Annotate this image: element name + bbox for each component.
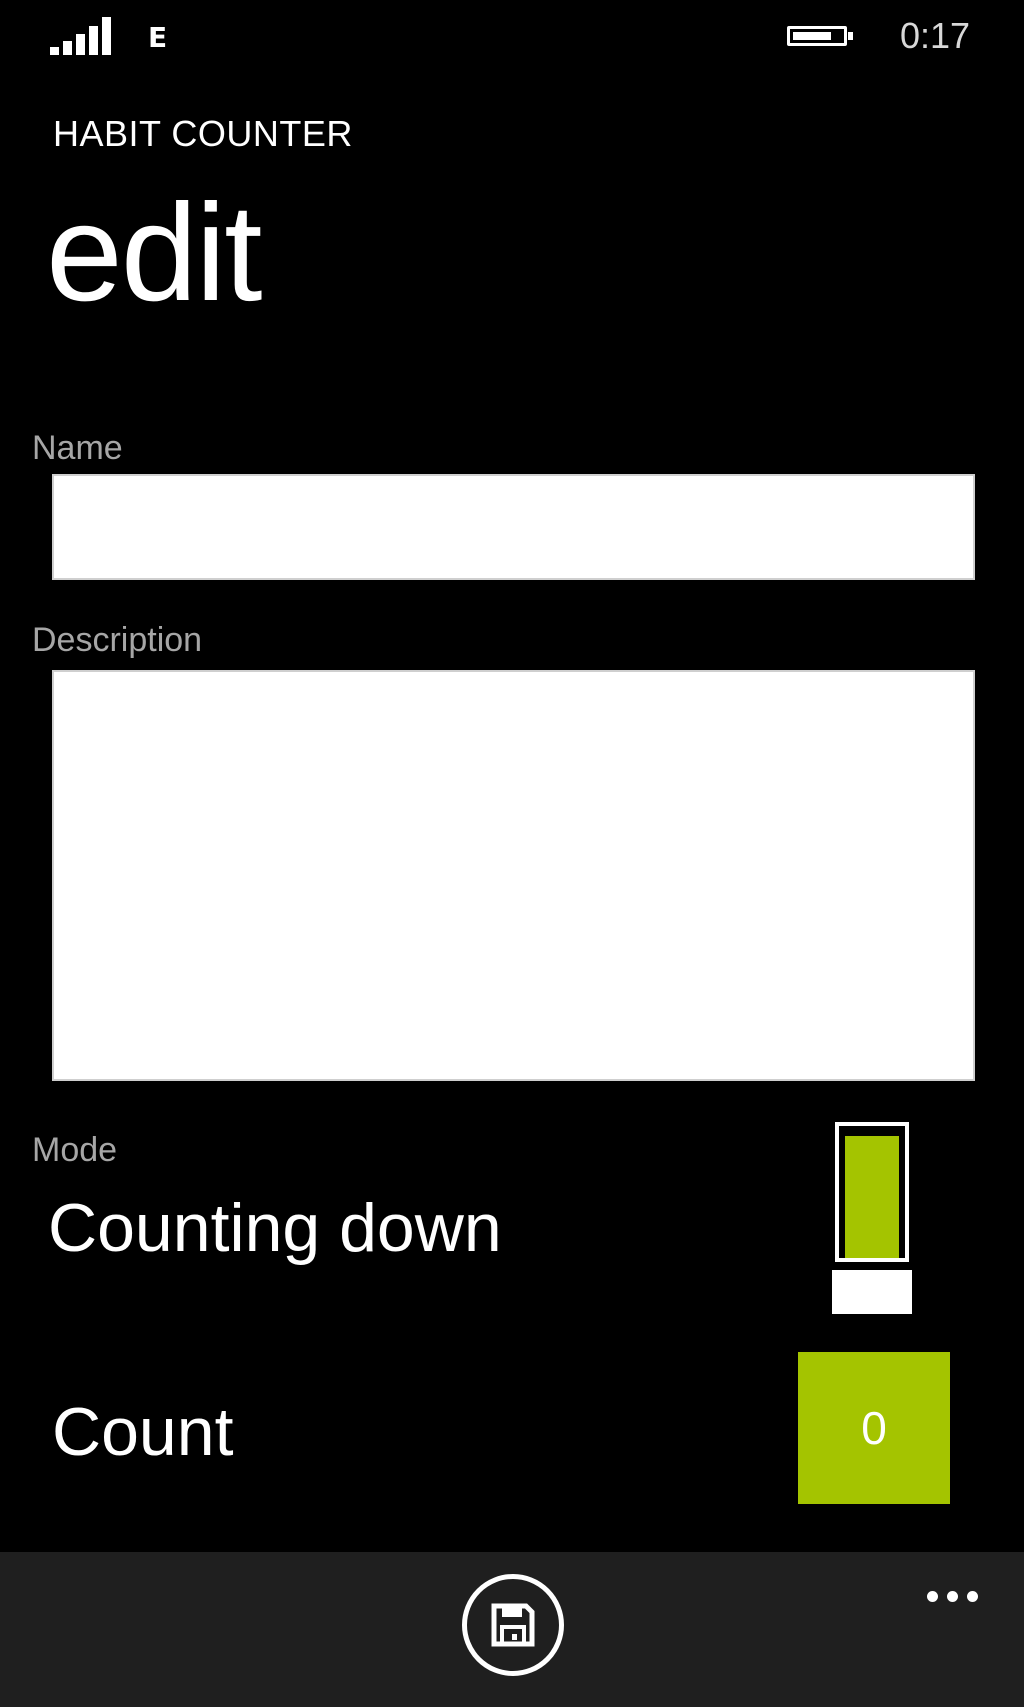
description-input[interactable] [52,670,975,1081]
network-type: E [148,21,168,54]
app-bar [0,1552,1024,1707]
status-clock: 0:17 [900,15,971,56]
page-title: edit [46,176,262,330]
toggle-track-fill [845,1136,899,1258]
mode-value: Counting down [48,1190,502,1266]
count-label: Count [52,1394,234,1470]
more-button[interactable] [912,1576,992,1616]
status-bar: E 0:17 [0,0,1024,75]
battery-icon [787,26,857,50]
save-button[interactable] [462,1574,564,1676]
count-button[interactable]: 0 [798,1352,950,1504]
mode-label: Mode [32,1131,118,1169]
signal-strength-icon [50,17,112,55]
name-label: Name [32,429,123,467]
save-icon [491,1603,535,1647]
name-input[interactable] [52,474,975,580]
app-title: HABIT COUNTER [53,113,353,154]
toggle-thumb[interactable] [832,1270,912,1314]
more-icon [926,1590,938,1602]
description-label: Description [32,621,203,659]
mode-toggle[interactable] [832,1122,912,1316]
